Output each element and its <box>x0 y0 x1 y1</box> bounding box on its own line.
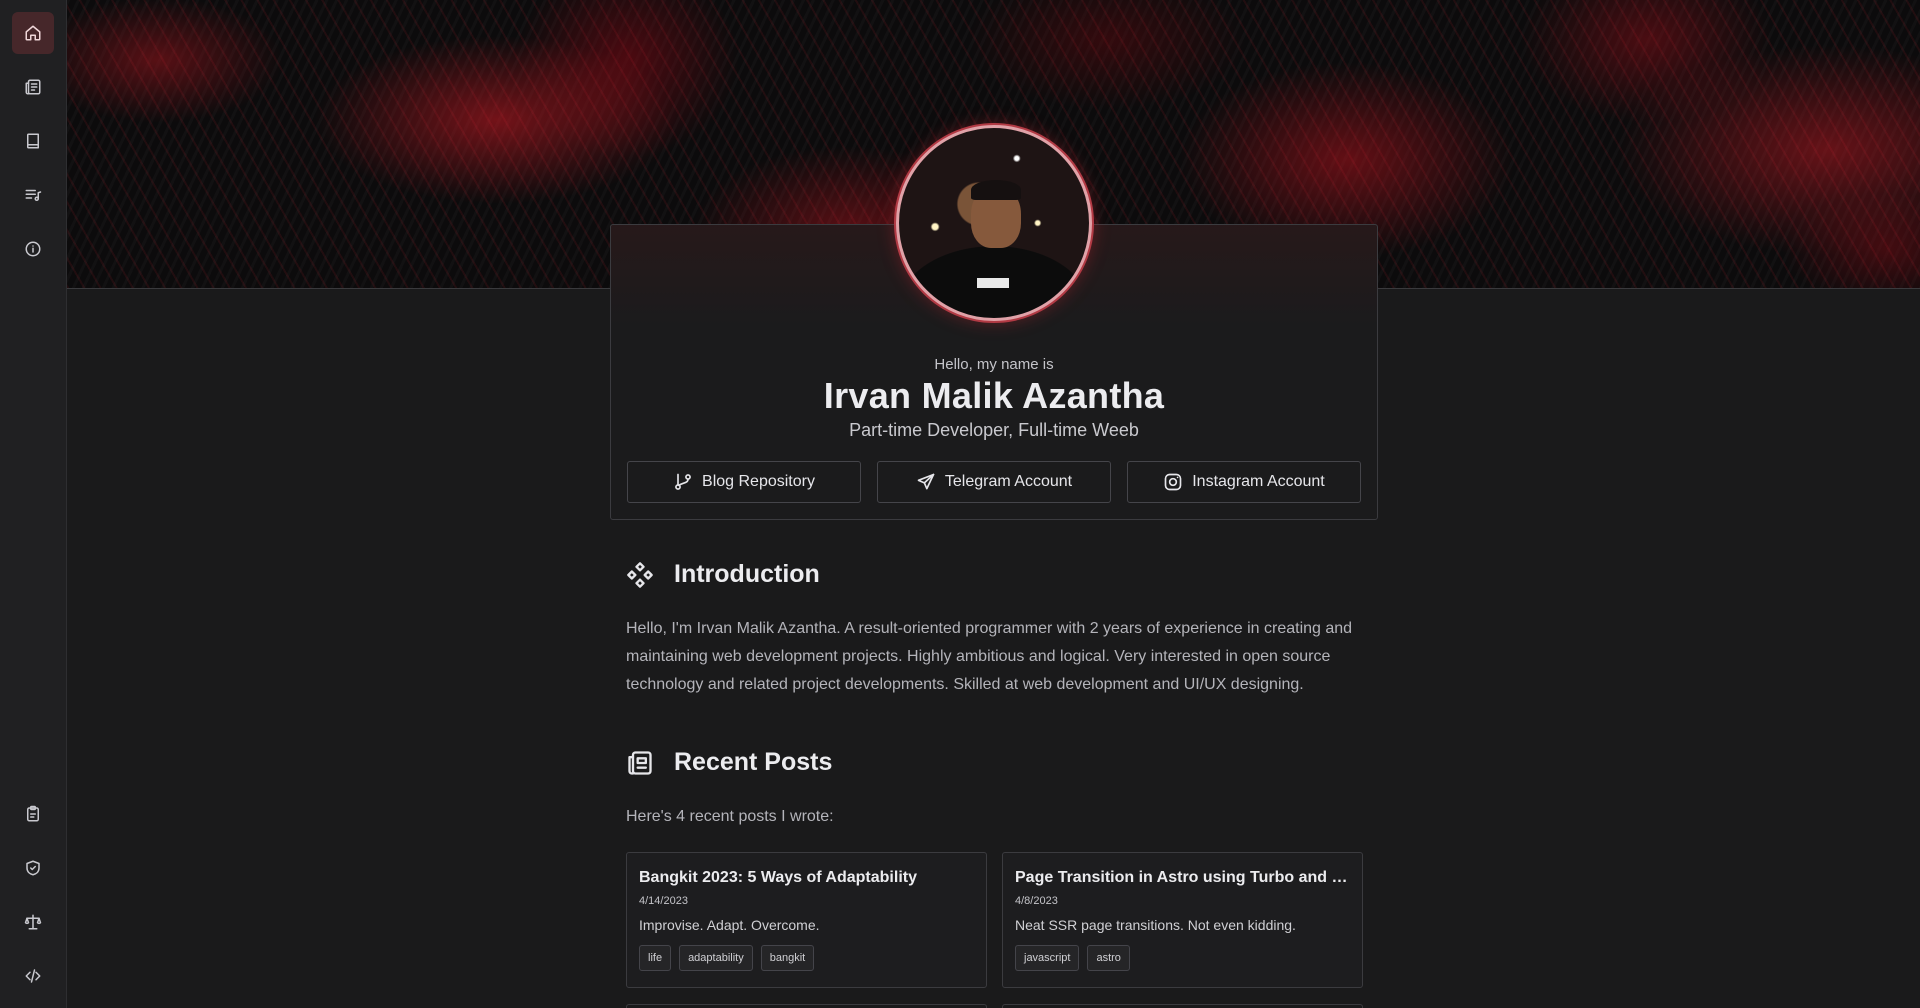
introduction-text: Hello, I'm Irvan Malik Azantha. A result… <box>626 620 1353 693</box>
post-date: 4/14/2023 <box>639 895 688 907</box>
tag-bangkit[interactable]: bangkit <box>760 945 815 971</box>
post-description: Improvise. Adapt. Overcome. <box>639 917 820 933</box>
sidebar-item-playlist[interactable] <box>12 174 54 216</box>
post-tags: life adaptability bangkit <box>639 945 974 971</box>
telegram-account-button[interactable]: Telegram Account <box>877 461 1111 503</box>
instagram-icon <box>1164 473 1182 491</box>
recent-posts-title: Recent Posts <box>674 748 833 776</box>
introduction-title: Introduction <box>674 560 820 588</box>
post-card-next[interactable] <box>1002 1004 1363 1008</box>
sidebar-item-license[interactable] <box>12 901 54 943</box>
home-icon <box>25 25 41 41</box>
code-icon <box>25 969 41 983</box>
avatar-shirt-print <box>977 278 1009 288</box>
post-card-next[interactable] <box>626 1004 987 1008</box>
instagram-account-label: Instagram Account <box>1192 473 1325 490</box>
post-tags: javascript astro <box>1015 945 1350 971</box>
post-title: Page Transition in Astro using Turbo and… <box>1015 869 1350 886</box>
newspaper-icon <box>628 750 652 775</box>
avatar-hair <box>971 180 1021 200</box>
sidebar-item-about[interactable] <box>12 228 54 270</box>
sidebar-item-books[interactable] <box>12 120 54 162</box>
profile-tagline: Part-time Developer, Full-time Weeb <box>849 420 1139 440</box>
playlist-icon <box>25 189 42 201</box>
shield-check-icon <box>26 860 40 876</box>
sidebar-item-posts[interactable] <box>12 66 54 108</box>
introduction-heading: Introduction <box>626 560 820 589</box>
tag-javascript[interactable]: javascript <box>1015 945 1080 971</box>
recent-posts-heading: Recent Posts <box>626 748 832 777</box>
tag-life[interactable]: life <box>639 945 672 971</box>
recent-posts-intro: Here's 4 recent posts I wrote: <box>626 808 834 825</box>
sidebar-item-home[interactable] <box>12 12 54 54</box>
sidebar-item-clipboard[interactable] <box>12 793 54 835</box>
instagram-account-button[interactable]: Instagram Account <box>1127 461 1361 503</box>
posts-icon <box>25 79 41 95</box>
tag-astro[interactable]: astro <box>1087 945 1130 971</box>
post-date: 4/8/2023 <box>1015 895 1058 907</box>
clipboard-icon <box>27 805 39 822</box>
profile-name: Irvan Malik Azantha <box>823 375 1165 416</box>
info-icon <box>25 241 41 257</box>
book-icon <box>27 133 39 149</box>
components-icon <box>627 561 653 588</box>
sidebar-item-privacy[interactable] <box>12 847 54 889</box>
avatar <box>896 125 1092 321</box>
sidebar <box>0 0 67 1008</box>
sidebar-item-source-code[interactable] <box>12 955 54 997</box>
tag-adaptability[interactable]: adaptability <box>679 945 753 971</box>
blog-repository-button[interactable]: Blog Repository <box>627 461 861 503</box>
post-title: Bangkit 2023: 5 Ways of Adaptability <box>639 869 917 886</box>
scale-icon <box>24 914 42 930</box>
blog-repository-label: Blog Repository <box>702 473 815 490</box>
post-card[interactable]: Page Transition in Astro using Turbo and… <box>1002 852 1363 988</box>
telegram-account-label: Telegram Account <box>944 473 1073 490</box>
git-branch-icon <box>675 473 691 490</box>
greeting-text: Hello, my name is <box>934 356 1054 373</box>
send-icon <box>917 473 935 490</box>
post-description: Neat SSR page transitions. Not even kidd… <box>1015 917 1296 933</box>
post-card[interactable]: Bangkit 2023: 5 Ways of Adaptability 4/1… <box>626 852 987 988</box>
